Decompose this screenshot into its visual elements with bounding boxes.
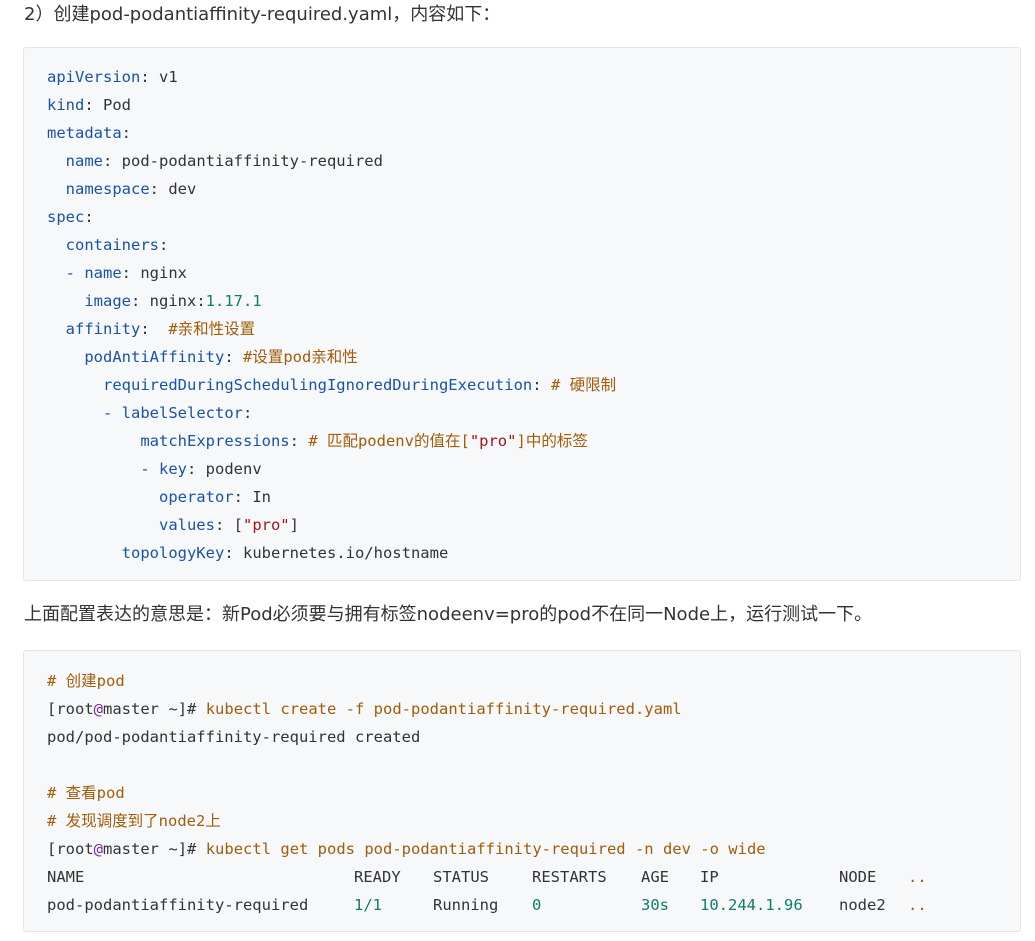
table-cell-name: pod-podantiaffinity-required: [47, 896, 309, 914]
yaml-value: v1: [159, 68, 178, 86]
yaml-line: name: pod-podantiaffinity-required: [65, 152, 383, 170]
yaml-line: topologyKey: kubernetes.io/hostname: [121, 544, 449, 562]
table-cell-restarts: 0: [532, 896, 542, 914]
shell-command-line: [root@master ~]# kubectl get pods pod-po…: [47, 840, 766, 858]
table-header-more: ..: [908, 868, 927, 886]
yaml-line: - labelSelector:: [103, 404, 253, 422]
yaml-line: apiVersion: v1: [47, 68, 178, 86]
yaml-value: podenv: [205, 460, 262, 478]
yaml-line: affinity: #亲和性设置: [65, 320, 256, 338]
shell-command-line: [root@master ~]# kubectl create -f pod-p…: [47, 700, 682, 718]
table-cell-status: Running: [433, 896, 499, 914]
yaml-key: key: [159, 460, 187, 478]
yaml-key: image: [84, 292, 131, 310]
yaml-key: requiredDuringSchedulingIgnoredDuringExe…: [103, 376, 533, 394]
table-header-restarts: RESTARTS: [532, 868, 607, 886]
yaml-key: kind: [47, 96, 85, 114]
yaml-line: operator: In: [158, 488, 271, 506]
yaml-key: metadata: [47, 124, 122, 142]
shell-output: pod/pod-podantiaffinity-required created: [47, 728, 421, 746]
yaml-key: topologyKey: [121, 544, 225, 562]
table-header-node: NODE: [839, 868, 877, 886]
yaml-value: Pod: [103, 96, 131, 114]
shell-command: kubectl create -f pod-podantiaffinity-re…: [205, 700, 682, 718]
shell-code-block: # 创建pod [root@master ~]# kubectl create …: [23, 650, 1021, 932]
shell-comment: # 查看pod: [47, 784, 125, 802]
yaml-key: name: [84, 264, 122, 282]
yaml-line: namespace: dev: [65, 180, 197, 198]
yaml-key: spec: [47, 208, 85, 226]
yaml-string: "pro": [242, 516, 290, 534]
yaml-value: pod-podantiaffinity-required: [121, 152, 383, 170]
yaml-code-block: apiVersion: v1 kind: Pod metadata: name:…: [23, 47, 1021, 581]
yaml-key: namespace: [65, 180, 150, 198]
shell-command: kubectl get pods pod-podantiaffinity-req…: [205, 840, 766, 858]
explanation-paragraph: 上面配置表达的意思是：新Pod必须要与拥有标签nodeenv=pro的pod不在…: [24, 604, 873, 625]
table-cell-ready: 1/1: [354, 896, 382, 914]
table-cell-age: 30s: [641, 896, 669, 914]
yaml-key: name: [65, 152, 103, 170]
yaml-line: - key: podenv: [140, 460, 262, 478]
yaml-line: podAntiAffinity: #设置pod亲和性: [84, 348, 358, 366]
yaml-value: dev: [168, 180, 197, 198]
yaml-key: matchExpressions: [140, 432, 290, 450]
yaml-value: nginx:: [149, 292, 206, 310]
yaml-line: requiredDuringSchedulingIgnoredDuringExe…: [103, 376, 617, 394]
yaml-line: - name: nginx: [65, 264, 188, 282]
yaml-comment: # 硬限制: [550, 376, 617, 394]
yaml-line: metadata:: [47, 124, 131, 142]
yaml-key: podAntiAffinity: [84, 348, 225, 366]
yaml-key: apiVersion: [47, 68, 141, 86]
table-header-name: NAME: [47, 868, 85, 886]
intro-paragraph: 2）创建pod-podantiaffinity-required.yaml，内容…: [24, 4, 501, 25]
yaml-value: kubernetes.io/hostname: [242, 544, 449, 562]
yaml-value: nginx: [140, 264, 188, 282]
yaml-key: labelSelector: [121, 404, 243, 422]
table-header-ip: IP: [700, 868, 719, 886]
yaml-comment: # 匹配podenv的值在[: [308, 432, 470, 450]
table-cell-ip: 10.244.1.96: [700, 896, 803, 914]
yaml-comment: #设置pod亲和性: [242, 348, 358, 366]
yaml-line: values: ["pro"]: [158, 516, 299, 534]
yaml-line: matchExpressions: # 匹配podenv的值在["pro"]中的…: [140, 432, 588, 450]
yaml-key: operator: [158, 488, 234, 506]
yaml-comment: ]中的标签: [516, 432, 588, 450]
shell-comment: # 创建pod: [47, 672, 125, 690]
yaml-line: spec:: [47, 208, 94, 226]
shell-comment: # 发现调度到了node2上: [47, 812, 221, 830]
table-header-age: AGE: [641, 868, 669, 886]
table-header-status: STATUS: [433, 868, 489, 886]
yaml-line: kind: Pod: [47, 96, 131, 114]
yaml-line: image: nginx:1.17.1: [84, 292, 262, 310]
yaml-key: affinity: [65, 320, 141, 338]
yaml-number: 1.17.1: [205, 292, 262, 310]
yaml-line: containers:: [65, 236, 169, 254]
table-cell-node: node2: [839, 896, 886, 914]
yaml-value: In: [252, 488, 271, 506]
yaml-key: containers: [65, 236, 159, 254]
table-header-ready: READY: [354, 868, 401, 886]
table-cell-more: ..: [908, 896, 927, 914]
yaml-string: "pro": [469, 432, 517, 450]
yaml-comment: #亲和性设置: [168, 320, 256, 338]
yaml-key: values: [158, 516, 215, 534]
